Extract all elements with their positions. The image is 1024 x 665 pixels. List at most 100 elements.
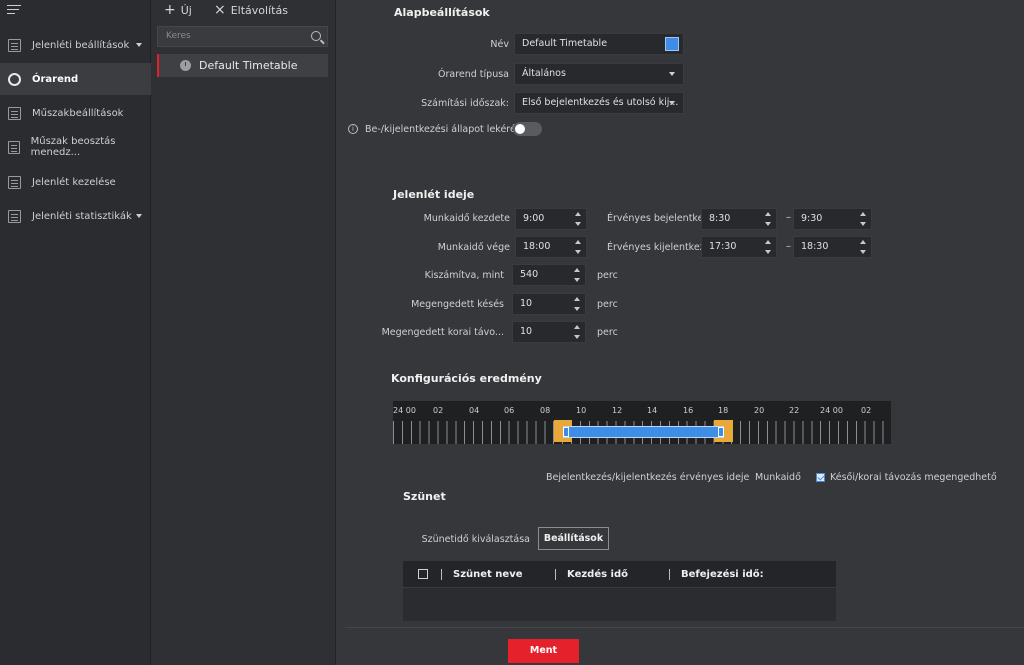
left-navigation: Jelenléti beállítások Órarend Műszakbeál… — [0, 0, 151, 665]
new-button-label: Új — [180, 3, 192, 17]
calendar-icon — [8, 38, 21, 52]
schedule-icon — [8, 140, 20, 154]
column-divider — [669, 569, 670, 580]
chevron-down-icon — [669, 72, 675, 76]
stepper-arrows-icon[interactable] — [575, 240, 581, 254]
select-all-checkbox[interactable] — [418, 569, 428, 579]
valid-checkin-label: Érvényes bejelentke... — [607, 213, 713, 224]
column-end-time[interactable]: Befejezési idő: — [681, 569, 764, 580]
timeline-tick-label: 14 — [647, 406, 658, 415]
timeline-tick-label: 22 — [789, 406, 800, 415]
allowed-early-label: Megengedett korai távo... — [381, 327, 504, 338]
allowed-late-input[interactable]: 10 — [512, 293, 586, 315]
nav-item-shift-schedule[interactable]: Műszak beosztás menedz... — [0, 131, 151, 163]
break-settings-button[interactable]: Beállítások — [538, 527, 609, 550]
nav-item-attendance-settings[interactable]: Jelenléti beállítások — [0, 29, 151, 61]
timeline-tick-label: 16 — [683, 406, 694, 415]
stepper-arrows-icon[interactable] — [575, 212, 581, 226]
clock-icon — [180, 60, 191, 71]
nav-item-attendance-statistics[interactable]: Jelenléti statisztikák — [0, 200, 151, 232]
name-input[interactable]: Default Timetable — [514, 33, 684, 55]
stepper-arrows-icon[interactable] — [860, 240, 866, 254]
stepper-arrows-icon[interactable] — [574, 268, 580, 282]
chevron-down-icon — [136, 214, 142, 218]
column-divider — [441, 569, 442, 580]
work-start-input[interactable]: 9:00 — [515, 208, 587, 230]
new-button[interactable]: + Új — [164, 2, 192, 18]
counted-as-input[interactable]: 540 — [512, 264, 586, 286]
remove-button[interactable]: × Eltávolítás — [214, 2, 288, 18]
allowed-late-value: 10 — [520, 298, 533, 309]
break-table: Szünet neve Kezdés idő Befejezési idő: — [403, 561, 836, 621]
work-end-label: Munkaidő vége — [437, 242, 510, 253]
checkin-status-toggle[interactable] — [513, 122, 542, 136]
break-table-header: Szünet neve Kezdés idő Befejezési idő: — [403, 561, 836, 588]
column-break-name[interactable]: Szünet neve — [453, 569, 523, 580]
info-icon[interactable]: i — [348, 124, 358, 134]
search-placeholder: Keres — [166, 31, 191, 41]
config-result-title: Konfigurációs eredmény — [391, 372, 542, 385]
stepper-arrows-icon[interactable] — [765, 240, 771, 254]
stepper-arrows-icon[interactable] — [765, 212, 771, 226]
timetable-type-value: Általános — [522, 68, 566, 79]
allowed-early-input[interactable]: 10 — [512, 321, 586, 343]
counted-as-label: Kiszámítva, mint — [424, 270, 504, 281]
work-start-handle[interactable] — [563, 427, 569, 437]
attendance-time-title: Jelenlét ideje — [393, 188, 475, 201]
stepper-arrows-icon[interactable] — [574, 325, 580, 339]
counted-as-value: 540 — [520, 269, 539, 280]
work-end-handle[interactable] — [718, 427, 724, 437]
break-title: Szünet — [403, 490, 446, 503]
nav-item-label: Órarend — [32, 73, 79, 85]
stats-icon — [8, 209, 21, 223]
timeline-tick-label: 10 — [576, 406, 587, 415]
stepper-arrows-icon[interactable] — [860, 212, 866, 226]
close-icon: × — [214, 2, 226, 18]
nav-item-shift-settings[interactable]: Műszakbeállítások — [0, 97, 151, 129]
allowed-late-label: Megengedett késés — [411, 299, 504, 310]
valid-checkout-from-input[interactable]: 17:30 — [701, 236, 777, 258]
valid-checkout-to-input[interactable]: 18:30 — [793, 236, 872, 258]
timetable-type-select[interactable]: Általános — [514, 63, 684, 85]
timetable-item-label: Default Timetable — [199, 59, 298, 72]
timetable-settings-form: Alapbeállítások Név Default Timetable Ór… — [337, 0, 1024, 665]
hamburger-menu-icon[interactable] — [7, 5, 21, 17]
column-start-time[interactable]: Kezdés idő — [567, 569, 628, 580]
valid-checkout-label: Érvényes kijelentkez... — [607, 242, 714, 253]
valid-checkout-from-value: 17:30 — [709, 241, 737, 252]
timeline-tick-label: 04 — [469, 406, 480, 415]
search-icon[interactable] — [311, 31, 321, 41]
stepper-arrows-icon[interactable] — [574, 297, 580, 311]
remove-button-label: Eltávolítás — [230, 3, 288, 17]
minutes-unit: perc — [597, 299, 618, 310]
color-picker[interactable] — [665, 37, 679, 51]
chevron-down-icon — [669, 101, 675, 105]
shift-icon — [8, 106, 21, 120]
valid-checkin-from-input[interactable]: 8:30 — [701, 208, 777, 230]
nav-item-label: Jelenlét kezelése — [32, 176, 116, 188]
chevron-down-icon — [136, 43, 142, 47]
break-select-label: Szünetidő kiválasztása — [421, 534, 530, 545]
calculation-period-select[interactable]: Első bejelentkezés és utolsó kij... — [514, 92, 684, 114]
work-start-label: Munkaidő kezdete — [423, 213, 510, 224]
timetable-list-panel: + Új × Eltávolítás Keres Default Timetab… — [151, 0, 336, 665]
work-time-bar[interactable] — [563, 426, 724, 438]
save-button[interactable]: Ment — [508, 639, 579, 663]
nav-item-label: Jelenléti statisztikák — [32, 210, 132, 222]
valid-checkout-to-value: 18:30 — [801, 241, 829, 252]
timetable-list-item[interactable]: Default Timetable — [157, 54, 328, 77]
work-end-value: 18:00 — [523, 241, 551, 252]
checkbox-checked-icon — [816, 473, 825, 482]
work-end-input[interactable]: 18:00 — [515, 236, 587, 258]
nav-item-attendance-handling[interactable]: Jelenlét kezelése — [0, 166, 151, 198]
valid-checkin-to-input[interactable]: 9:30 — [793, 208, 872, 230]
name-label: Név — [490, 39, 509, 50]
plus-icon: + — [164, 2, 176, 18]
timeline-tick-label: 24 00 — [820, 406, 843, 415]
calculation-period-label: Számítási időszak: — [421, 98, 509, 109]
nav-item-timetable[interactable]: Órarend — [0, 63, 151, 95]
search-input[interactable]: Keres — [157, 26, 328, 47]
minutes-unit: perc — [597, 327, 618, 338]
range-dash: – — [786, 241, 791, 252]
clock-icon — [8, 72, 21, 86]
